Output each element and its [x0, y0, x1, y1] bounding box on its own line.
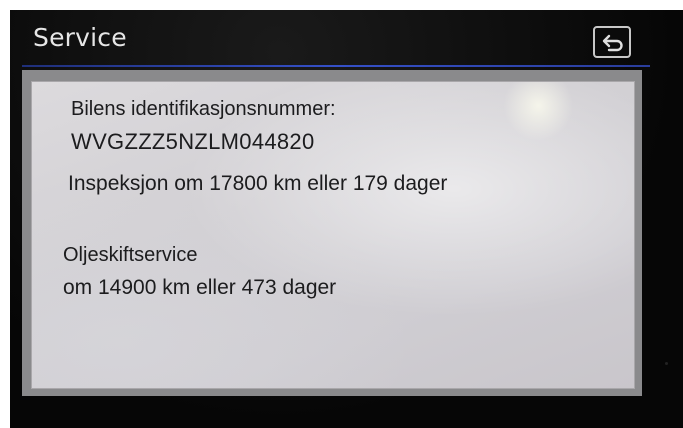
- header-divider: [22, 65, 650, 67]
- bezel-dot: [665, 362, 668, 365]
- oil-service-title: Oljeskiftservice: [63, 244, 198, 266]
- page-title: Service: [33, 23, 127, 52]
- vin-label: Bilens identifikasjonsnummer:: [71, 98, 336, 120]
- service-info-panel: Bilens identifikasjonsnummer: WVGZZZ5NZL…: [31, 81, 635, 389]
- inspection-info: Inspeksjon om 17800 km eller 179 dager: [68, 172, 448, 195]
- oil-service-info: om 14900 km eller 473 dager: [63, 276, 337, 299]
- vin-value: WVGZZZ5NZLM044820: [71, 129, 315, 154]
- display-screen: Service Bilens identifikasjonsnummer: WV…: [10, 10, 683, 428]
- back-button[interactable]: [593, 26, 631, 58]
- back-arrow-icon: [602, 34, 623, 52]
